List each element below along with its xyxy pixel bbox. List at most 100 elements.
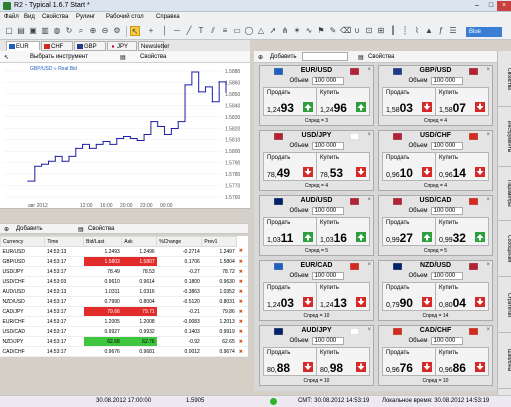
candle-icon[interactable]: ┃ (388, 26, 398, 36)
table-row[interactable]: USD/CHF 14:53:03 0.9610 0.9614 0.1800 0.9630 ✖ (0, 276, 248, 287)
column-header[interactable]: Bid/Last (83, 236, 123, 247)
table-row[interactable]: CAD/JPY 14:53:17 79.66 79.71 -0.21 79.86 ✖ (0, 306, 248, 317)
tab-gbp[interactable]: GBP (74, 41, 106, 51)
remove-icon[interactable]: ✖ (236, 316, 248, 327)
close-icon[interactable]: × (486, 132, 490, 138)
table-row[interactable]: USD/CAD 14:53:17 0.9927 0.9932 0.1403 0.9919 ✖ (0, 326, 248, 337)
add-icon[interactable]: ⊕ (4, 226, 9, 233)
close-icon[interactable]: × (367, 197, 371, 203)
remove-icon[interactable]: ✖ (236, 266, 248, 277)
tab-newsletter[interactable]: Newsletter (138, 41, 169, 51)
side-tab-properties[interactable]: Свойства (498, 51, 511, 107)
eraser-icon[interactable]: ⌫ (340, 26, 351, 36)
template-icon[interactable]: ☰ (448, 26, 458, 36)
table-row[interactable]: EUR/USD 14:53:13 1.2493 1.2496 -0.2714 1.2497… (0, 246, 248, 257)
line-icon[interactable]: │ (160, 26, 170, 36)
volume-input[interactable]: 100 000 (430, 272, 463, 280)
table-row[interactable]: CAD/CHF 14:53:17 0.9676 0.9681 0.0012 0.9674 ✖ (0, 346, 248, 357)
sell-button[interactable]: Продать 1,2403 (263, 282, 317, 311)
table-row[interactable]: NZD/USD 14:53:17 0.7990 0.8004 -0.5120 0.8031… (0, 296, 248, 307)
gann-icon[interactable]: ✶ (292, 26, 302, 36)
sell-button[interactable]: Продать 78,49 (263, 152, 317, 181)
buy-button[interactable]: Купить 1,2413 (316, 282, 370, 311)
trade-panel-properties-button[interactable]: Свойства (368, 54, 394, 60)
add-icon[interactable]: ⊕ (258, 54, 263, 61)
close-icon[interactable]: × (486, 197, 490, 203)
close-button[interactable]: × (497, 1, 511, 11)
area-icon[interactable]: ▲ (424, 26, 434, 36)
buy-button[interactable]: Купить 0,9932 (435, 217, 489, 246)
column-header[interactable]: Prev1 (201, 236, 238, 247)
column-header[interactable]: Time (44, 236, 85, 247)
properties-icon[interactable]: ▤ (358, 54, 364, 61)
remove-icon[interactable]: ✖ (236, 246, 248, 257)
volume-input[interactable]: 100 000 (430, 207, 463, 215)
table-row[interactable]: NZD/JPY 14:53:17 62.68 62.76 -0.92 62.65 ✖ (0, 336, 248, 347)
open-icon[interactable]: ▤ (16, 26, 26, 36)
buy-button[interactable]: Купить 1,0316 (316, 217, 370, 246)
remove-icon[interactable]: ✖ (236, 336, 248, 347)
remove-icon[interactable]: ✖ (236, 276, 248, 287)
linechart-icon[interactable]: ⌇ (412, 26, 422, 36)
close-icon[interactable]: × (367, 327, 371, 333)
select-instrument-button[interactable]: Выбрать инструмент (30, 54, 88, 60)
channel-icon[interactable]: ⫽ (208, 26, 218, 36)
magnet-icon[interactable]: ∪ (352, 26, 362, 36)
remove-icon[interactable]: ✖ (236, 346, 248, 357)
close-icon[interactable]: × (367, 67, 371, 73)
buy-button[interactable]: Купить 1,2496 (316, 87, 370, 116)
properties-icon[interactable]: ▤ (78, 226, 84, 233)
refresh-icon[interactable]: ↻ (64, 26, 74, 36)
lock-icon[interactable]: ⊡ (364, 26, 374, 36)
close-icon[interactable]: × (486, 262, 490, 268)
buy-button[interactable]: Купить 78,53 (316, 152, 370, 181)
table-row[interactable]: GBP/USD 14:53:17 1.5803 1.5807 0.1706 1.5804 ✖ (0, 256, 248, 267)
sell-button[interactable]: Продать 80,88 (263, 347, 317, 376)
table-row[interactable]: AUD/USD 14:53:13 1.0311 1.0316 -0.3863 1.0352… (0, 286, 248, 297)
globe-icon[interactable]: ◍ (52, 26, 62, 36)
side-tab-templates[interactable]: Шаблоны (498, 333, 511, 389)
close-icon[interactable]: × (367, 262, 371, 268)
sell-button[interactable]: Продать 0,9927 (382, 217, 436, 246)
column-header[interactable]: Currency (0, 236, 46, 247)
buy-button[interactable]: Купить 0,9614 (435, 152, 489, 181)
sell-button[interactable]: Продать 1,2493 (263, 87, 317, 116)
sell-button[interactable]: Продать 0,9676 (382, 347, 436, 376)
grid-icon[interactable]: ⊞ (376, 26, 386, 36)
volume-input[interactable]: 100 000 (311, 77, 344, 85)
close-icon[interactable]: × (486, 67, 490, 73)
remove-icon[interactable]: ✖ (236, 326, 248, 337)
ray-icon[interactable]: ╱ (184, 26, 194, 36)
side-tab-messages[interactable]: Сообщения (498, 221, 511, 277)
volume-input[interactable]: 100 000 (430, 337, 463, 345)
fibo-icon[interactable]: ≡ (220, 26, 230, 36)
column-header[interactable]: Ask (121, 236, 158, 247)
add-card-button[interactable]: Добавить (270, 54, 297, 60)
new-icon[interactable]: ▢ (4, 26, 14, 36)
search-icon[interactable]: ⌕ (76, 26, 86, 36)
remove-icon[interactable]: ✖ (236, 256, 248, 267)
properties-icon[interactable]: ▤ (120, 54, 126, 61)
sell-button[interactable]: Продать 1,0311 (263, 217, 317, 246)
buy-button[interactable]: Купить 0,8004 (435, 282, 489, 311)
chart-area[interactable]: 1.5880 1.5860 1.5850 1.5840 1.5830 1.5820 1.58… (0, 63, 250, 209)
volume-input[interactable]: 100 000 (311, 207, 344, 215)
side-tab-instruments[interactable]: Инструменты (498, 107, 511, 167)
volume-input[interactable]: 100 000 (311, 142, 344, 150)
cycle-icon[interactable]: ∿ (304, 26, 314, 36)
close-icon[interactable]: × (486, 327, 490, 333)
add-button[interactable]: Добавить (16, 226, 43, 232)
menu-properties[interactable]: Свойства (42, 14, 68, 20)
arrow-icon[interactable]: ➚ (268, 26, 278, 36)
indicator-icon[interactable]: ƒ (436, 26, 446, 36)
menu-ruling[interactable]: Рулинг (76, 14, 95, 20)
rect-icon[interactable]: ▭ (232, 26, 242, 36)
ellipse-icon[interactable]: ◯ (244, 26, 254, 36)
triangle-icon[interactable]: △ (256, 26, 266, 36)
buy-button[interactable]: Купить 1,5807 (435, 87, 489, 116)
minimize-button[interactable]: – (470, 1, 484, 11)
table-row[interactable]: USD/JPY 14:53:17 78.49 78.53 -0.27 78.72 ✖ (0, 266, 248, 277)
bar-icon[interactable]: ┊ (400, 26, 410, 36)
crosshair-icon[interactable]: + (146, 26, 156, 36)
menu-help[interactable]: Справка (156, 14, 180, 20)
